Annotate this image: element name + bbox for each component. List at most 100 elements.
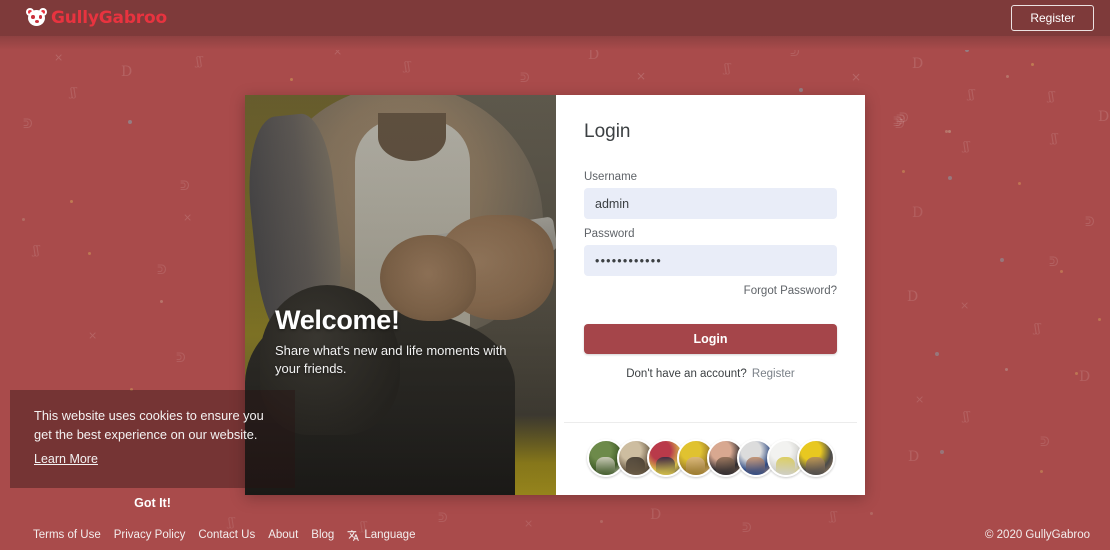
bg-glyph: ʃʃ bbox=[70, 85, 77, 99]
bg-glyph: ᕲ bbox=[895, 117, 905, 132]
page-footer: Terms of Use Privacy Policy Contact Us Abou… bbox=[0, 520, 1110, 550]
footer-language-label: Language bbox=[364, 529, 416, 541]
avatar-figure bbox=[595, 457, 615, 475]
bg-dot bbox=[902, 170, 905, 173]
bg-glyph: ᕲ bbox=[520, 71, 530, 86]
password-input[interactable] bbox=[584, 245, 837, 276]
bg-glyph: ᕲ bbox=[896, 113, 906, 128]
bg-glyph: D bbox=[588, 47, 600, 63]
bg-glyph: ᕲ bbox=[899, 111, 909, 126]
bg-glyph: ʃʃ bbox=[33, 243, 40, 257]
footer-link-terms-of-use[interactable]: Terms of Use bbox=[33, 529, 101, 541]
signup-prompt-row: Don't have an account? Register bbox=[584, 368, 837, 380]
footer-link-about[interactable]: About bbox=[268, 529, 298, 541]
bg-glyph: ᕲ bbox=[1040, 435, 1050, 450]
bg-dot bbox=[160, 300, 163, 303]
cookie-learn-more-link[interactable]: Learn More bbox=[34, 452, 98, 466]
header-register-button[interactable]: Register bbox=[1011, 5, 1094, 31]
footer-links-group: Terms of Use Privacy Policy Contact Us Abou… bbox=[33, 529, 415, 542]
welcome-title: Welcome! bbox=[275, 305, 400, 336]
bg-glyph: D bbox=[908, 449, 920, 465]
bg-dot bbox=[1098, 318, 1101, 321]
bg-dot bbox=[935, 352, 939, 356]
bg-glyph: ʃʃ bbox=[1034, 321, 1041, 335]
bg-glyph: D bbox=[121, 64, 133, 80]
bg-glyph: × bbox=[915, 393, 925, 406]
bg-glyph: ʃʃ bbox=[1048, 89, 1055, 103]
avatar-figure bbox=[625, 457, 645, 475]
header-gradient-fade bbox=[0, 36, 1110, 50]
bg-dot bbox=[1018, 182, 1021, 185]
cookie-consent-banner: This website uses cookies to ensure you … bbox=[10, 390, 295, 488]
bg-dot bbox=[799, 88, 803, 92]
bg-dot bbox=[940, 450, 944, 454]
login-submit-button[interactable]: Login bbox=[584, 324, 837, 354]
bg-dot bbox=[128, 120, 132, 124]
panda-icon bbox=[26, 7, 47, 29]
top-header-bar: GullyGabroo Register bbox=[0, 0, 1110, 36]
avatar-8 bbox=[796, 439, 835, 477]
member-avatars-row bbox=[556, 439, 865, 477]
avatar-figure bbox=[805, 457, 825, 475]
bg-dot bbox=[1075, 372, 1078, 375]
brand-name: GullyGabroo bbox=[51, 8, 167, 28]
footer-link-blog[interactable]: Blog bbox=[311, 529, 334, 541]
hero-text-block: Welcome! Share what's new and life momen… bbox=[275, 305, 538, 377]
translate-icon bbox=[347, 529, 360, 542]
bg-glyph: ᕲ bbox=[23, 117, 33, 132]
username-label: Username bbox=[584, 171, 638, 183]
footer-link-privacy-policy[interactable]: Privacy Policy bbox=[114, 529, 186, 541]
bg-glyph: ʃʃ bbox=[968, 87, 975, 101]
bg-glyph: D bbox=[912, 205, 924, 221]
avatar-figure bbox=[745, 457, 765, 475]
brand-logo[interactable]: GullyGabroo bbox=[26, 7, 167, 29]
avatar-figure bbox=[655, 457, 675, 475]
bg-glyph: × bbox=[636, 69, 647, 83]
footer-link-contact-us[interactable]: Contact Us bbox=[198, 529, 255, 541]
bg-dot bbox=[1000, 258, 1004, 262]
avatar-figure bbox=[685, 457, 705, 475]
bg-dot bbox=[1005, 368, 1008, 371]
forgot-password-link[interactable]: Forgot Password? bbox=[584, 285, 837, 297]
bg-glyph: × bbox=[88, 329, 98, 342]
copyright-text: © 2020 GullyGabroo bbox=[984, 529, 1090, 541]
login-heading: Login bbox=[584, 121, 631, 142]
cookie-accept-button[interactable]: Got It! bbox=[10, 496, 295, 510]
footer-language-selector[interactable]: Language bbox=[347, 529, 415, 542]
bg-glyph: ʃʃ bbox=[963, 139, 970, 153]
bg-glyph: ᕲ bbox=[176, 351, 186, 366]
bg-dot bbox=[948, 176, 952, 180]
bg-glyph: D bbox=[1098, 109, 1110, 125]
bg-glyph: D bbox=[907, 289, 919, 305]
bg-dot bbox=[870, 512, 873, 515]
bg-glyph: × bbox=[54, 51, 64, 64]
password-label: Password bbox=[584, 228, 635, 240]
login-form-panel: Login Username Password Forgot Password?… bbox=[556, 95, 865, 495]
bg-dot bbox=[1006, 75, 1009, 78]
bg-glyph: ʃʃ bbox=[404, 59, 411, 73]
bg-glyph: ᕲ bbox=[893, 115, 903, 130]
signup-prompt-text: Don't have an account? bbox=[626, 368, 747, 380]
username-input[interactable] bbox=[584, 188, 837, 219]
bg-dot bbox=[948, 130, 951, 133]
bg-dot bbox=[70, 200, 73, 203]
avatar-figure bbox=[775, 457, 795, 475]
avatar-divider bbox=[564, 422, 857, 423]
bg-glyph: ʃʃ bbox=[724, 61, 731, 75]
bg-glyph: D bbox=[1079, 369, 1091, 385]
bg-glyph: ᕲ bbox=[180, 179, 190, 194]
signup-register-link[interactable]: Register bbox=[752, 368, 795, 380]
bg-glyph: × bbox=[183, 211, 193, 224]
bg-dot bbox=[1060, 270, 1063, 273]
bg-glyph: ʃʃ bbox=[963, 409, 970, 423]
bg-glyph: ʃʃ bbox=[196, 54, 203, 68]
login-card: Welcome! Share what's new and life momen… bbox=[245, 95, 865, 495]
bg-dot bbox=[88, 252, 91, 255]
bg-dot bbox=[1031, 63, 1034, 66]
bg-glyph: ᕲ bbox=[1049, 255, 1059, 270]
bg-glyph: ᕲ bbox=[157, 263, 167, 278]
bg-glyph: D bbox=[912, 56, 924, 72]
bg-glyph: × bbox=[960, 299, 970, 312]
bg-dot bbox=[1040, 470, 1043, 473]
bg-dot bbox=[945, 130, 948, 133]
